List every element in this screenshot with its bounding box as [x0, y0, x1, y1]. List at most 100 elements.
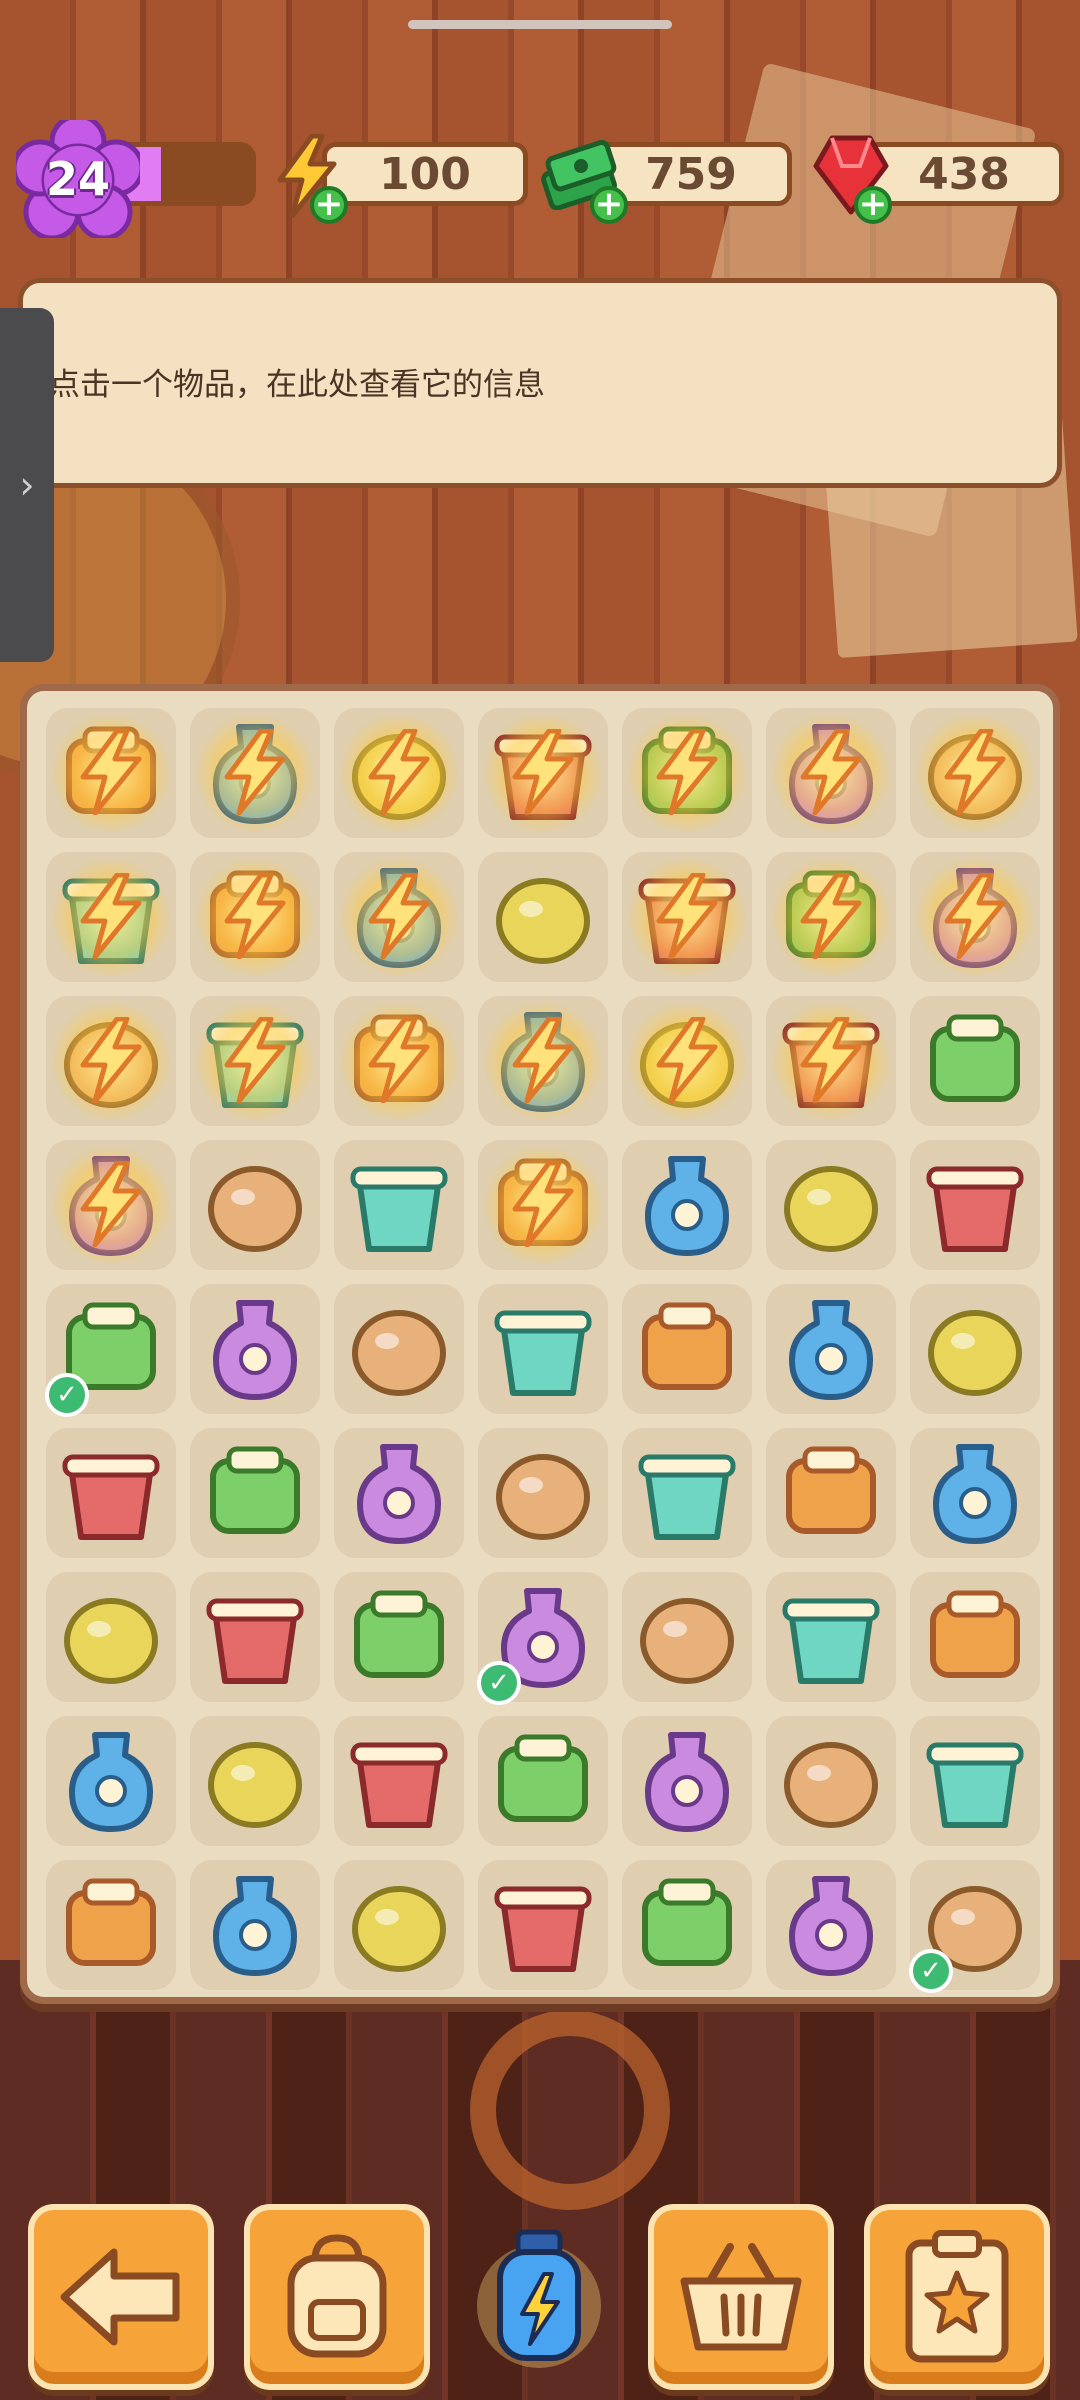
- board-cell[interactable]: [759, 1277, 903, 1421]
- board-cell[interactable]: [327, 845, 471, 989]
- board-cell[interactable]: [39, 701, 183, 845]
- level-badge[interactable]: 24: [11, 113, 145, 241]
- board-cell[interactable]: [327, 1853, 471, 1997]
- board-cell[interactable]: [327, 1133, 471, 1277]
- board-cell[interactable]: [327, 1709, 471, 1853]
- energy-bolt-icon: [368, 729, 430, 815]
- board-cell[interactable]: [183, 1709, 327, 1853]
- shop-button[interactable]: [648, 2204, 834, 2390]
- board-cell[interactable]: [759, 1853, 903, 1997]
- board-cell[interactable]: ✓: [39, 1277, 183, 1421]
- board-cell[interactable]: [759, 1709, 903, 1853]
- comb-icon: [498, 1734, 588, 1822]
- board-cell[interactable]: [183, 1133, 327, 1277]
- board-cell[interactable]: [615, 1853, 759, 1997]
- board-cell[interactable]: [903, 1709, 1047, 1853]
- backpack-button[interactable]: [244, 2204, 430, 2390]
- checkmark-icon: ✓: [477, 1661, 521, 1705]
- add-cash-icon[interactable]: +: [590, 186, 628, 224]
- back-button[interactable]: [28, 2204, 214, 2390]
- cash-value: 759: [645, 148, 737, 200]
- board-cell[interactable]: [39, 1421, 183, 1565]
- board-cell[interactable]: [39, 1709, 183, 1853]
- green-sponge-icon: [357, 1444, 441, 1544]
- board-cell[interactable]: [903, 845, 1047, 989]
- board-cell[interactable]: [903, 1133, 1047, 1277]
- brick-icon: [494, 1886, 592, 1972]
- blue-vase-icon: [208, 1166, 302, 1252]
- board-cell[interactable]: [39, 845, 183, 989]
- board-cell[interactable]: [615, 845, 759, 989]
- danger-sign-icon: [62, 1454, 160, 1540]
- board-cell[interactable]: [615, 1277, 759, 1421]
- board-cell[interactable]: [327, 1277, 471, 1421]
- board-cell[interactable]: [759, 845, 903, 989]
- board-cell[interactable]: [471, 1133, 615, 1277]
- board-cell[interactable]: [903, 1565, 1047, 1709]
- caution-tape-icon: [782, 1598, 880, 1684]
- board-cell[interactable]: [471, 1709, 615, 1853]
- chevron-right-icon: ›: [19, 463, 35, 507]
- board-cell[interactable]: [39, 989, 183, 1133]
- board-cell[interactable]: [183, 989, 327, 1133]
- gem-counter[interactable]: 438: [864, 142, 1064, 206]
- board-cell[interactable]: [903, 1277, 1047, 1421]
- bucket-icon: [926, 1166, 1024, 1252]
- board-cell[interactable]: [615, 701, 759, 845]
- energy-counter[interactable]: 100: [322, 142, 528, 206]
- board-cell[interactable]: [471, 1853, 615, 1997]
- board-cell[interactable]: [39, 1565, 183, 1709]
- board-cell[interactable]: [471, 1421, 615, 1565]
- side-drawer-tab[interactable]: ›: [0, 308, 54, 662]
- energy-bolt-icon: [224, 729, 286, 815]
- board-cell[interactable]: [903, 701, 1047, 845]
- board-cell[interactable]: [759, 1133, 903, 1277]
- board-cell[interactable]: [471, 1277, 615, 1421]
- add-energy-icon[interactable]: +: [310, 186, 348, 224]
- board-cell[interactable]: [903, 989, 1047, 1133]
- board-cell[interactable]: [327, 1565, 471, 1709]
- board-cell[interactable]: [615, 1565, 759, 1709]
- board-cell[interactable]: [183, 1277, 327, 1421]
- board-cell[interactable]: [327, 1421, 471, 1565]
- board-cell[interactable]: [183, 1421, 327, 1565]
- board-cell[interactable]: [327, 989, 471, 1133]
- board-cell[interactable]: [327, 701, 471, 845]
- energy-bolt-icon: [944, 729, 1006, 815]
- tires-icon: [933, 1444, 1017, 1544]
- board-cell[interactable]: [615, 1709, 759, 1853]
- board-cell[interactable]: [183, 845, 327, 989]
- board-cell[interactable]: [471, 989, 615, 1133]
- board-cell[interactable]: [471, 701, 615, 845]
- board-cell[interactable]: [759, 1421, 903, 1565]
- board-cell[interactable]: [183, 701, 327, 845]
- energy-bolt-icon: [512, 729, 574, 815]
- board-cell[interactable]: ✓: [903, 1853, 1047, 1997]
- board-cell[interactable]: [759, 1565, 903, 1709]
- board-cell[interactable]: [615, 989, 759, 1133]
- tasks-button[interactable]: [864, 2204, 1050, 2390]
- painted-vase-icon: [784, 1166, 878, 1252]
- clipboard-star-icon: [905, 2230, 1009, 2363]
- clay-pot-icon: [645, 1156, 729, 1256]
- board-cell[interactable]: [39, 1853, 183, 1997]
- board-cell[interactable]: [759, 989, 903, 1133]
- board-cell[interactable]: ✓: [471, 1565, 615, 1709]
- energy-bolt-icon: [800, 729, 862, 815]
- mitten-icon: [789, 1876, 873, 1976]
- resource-bar: 24 100 + 759 + 438 +: [0, 0, 1080, 241]
- board-cell[interactable]: [183, 1565, 327, 1709]
- evidence-box-icon: [930, 1590, 1020, 1678]
- board-cell[interactable]: [615, 1421, 759, 1565]
- gem-value: 438: [918, 148, 1010, 200]
- energy-bottle[interactable]: [474, 2218, 604, 2378]
- board-cell[interactable]: [903, 1421, 1047, 1565]
- board-cell[interactable]: [615, 1133, 759, 1277]
- board-cell[interactable]: [39, 1133, 183, 1277]
- board-cell[interactable]: [759, 701, 903, 845]
- board-cell[interactable]: [183, 1853, 327, 1997]
- add-gems-icon[interactable]: +: [854, 186, 892, 224]
- item-info-panel: 点击一个物品，在此处查看它的信息: [18, 278, 1062, 488]
- energy-bolt-icon: [224, 873, 286, 959]
- board-cell[interactable]: [471, 845, 615, 989]
